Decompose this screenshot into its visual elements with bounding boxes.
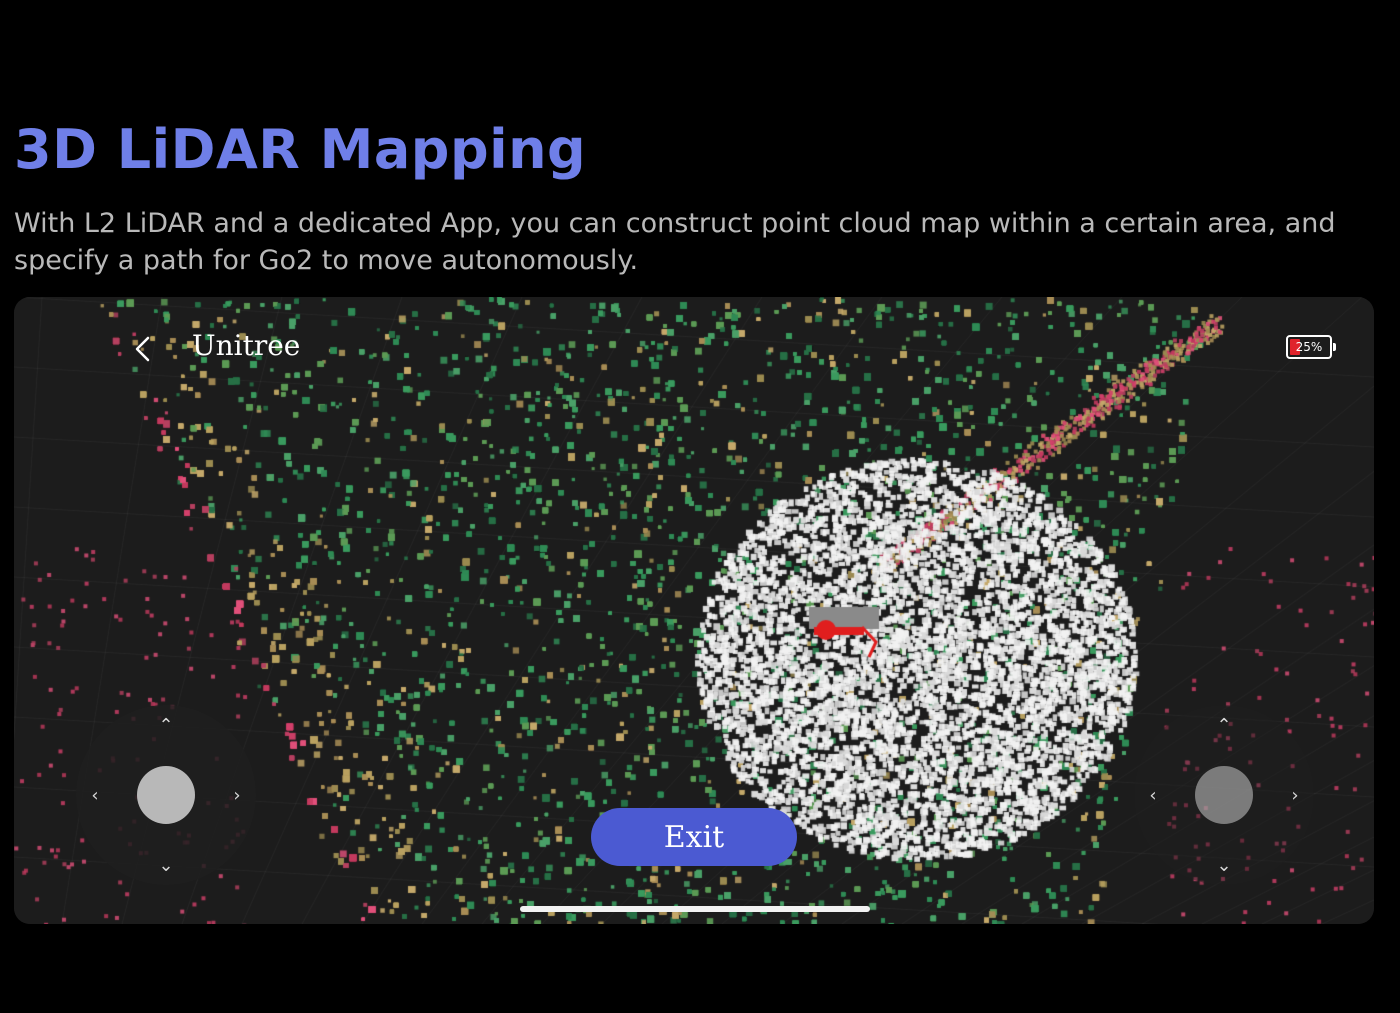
battery-indicator: 25%: [1286, 335, 1336, 359]
arrow-right-icon: ›: [1291, 785, 1299, 806]
arrow-left-icon: ‹: [91, 785, 99, 806]
page: 3D LiDAR Mapping With L2 LiDAR and a ded…: [0, 0, 1400, 1013]
app-screenshot: Unitree 25% ⌃ ⌄ ‹ › ⌃ ⌄ ‹ › Exit: [14, 297, 1374, 924]
battery-label: 25%: [1295, 340, 1323, 354]
arrow-right-icon: ›: [233, 785, 241, 806]
back-button[interactable]: [126, 331, 162, 367]
page-title: 3D LiDAR Mapping: [14, 118, 587, 181]
arrow-left-icon: ‹: [1149, 785, 1157, 806]
chevron-left-icon: [135, 336, 150, 362]
app-name: Unitree: [192, 329, 301, 362]
page-description: With L2 LiDAR and a dedicated App, you c…: [14, 208, 1336, 276]
left-joystick[interactable]: ⌃ ⌄ ‹ ›: [76, 705, 256, 885]
arrow-down-icon: ⌄: [1216, 855, 1232, 876]
left-joystick-knob[interactable]: [137, 766, 195, 824]
right-joystick[interactable]: ⌃ ⌄ ‹ ›: [1134, 705, 1314, 885]
arrow-up-icon: ⌃: [158, 715, 174, 736]
arrow-up-icon: ⌃: [1216, 715, 1232, 736]
exit-button[interactable]: Exit: [591, 808, 797, 866]
right-joystick-knob[interactable]: [1195, 766, 1253, 824]
home-indicator[interactable]: [520, 906, 870, 912]
arrow-down-icon: ⌄: [158, 855, 174, 876]
